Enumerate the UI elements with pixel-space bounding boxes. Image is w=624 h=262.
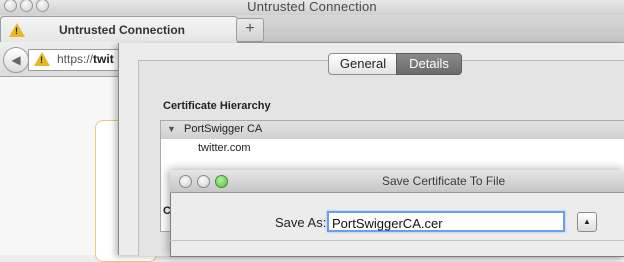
save-as-label: Save As: xyxy=(275,215,327,230)
dialog-title: Save Certificate To File xyxy=(382,174,506,188)
window-title: Untrusted Connection xyxy=(247,0,377,14)
back-arrow-icon: ◀ xyxy=(11,53,21,67)
dialog-minimize-button[interactable] xyxy=(197,175,210,188)
disclosure-triangle-icon[interactable]: ▼ xyxy=(167,124,176,134)
warning-icon: ! xyxy=(9,23,25,37)
dialog-close-button[interactable] xyxy=(179,175,192,188)
tree-item-root[interactable]: PortSwigger CA xyxy=(184,123,262,135)
tab-label: Untrusted Connection xyxy=(59,23,185,37)
filename-input[interactable]: PortSwiggerCA.cer xyxy=(327,211,565,232)
tab-untrusted-connection[interactable]: ! Untrusted Connection xyxy=(0,16,238,43)
security-warning-icon[interactable]: ! xyxy=(34,52,50,66)
certificate-hierarchy-heading: Certificate Hierarchy xyxy=(163,100,271,112)
dialog-divider xyxy=(170,240,624,241)
new-tab-button[interactable]: + xyxy=(236,18,264,42)
disclosure-up-icon: ▲ xyxy=(583,217,591,226)
tab-details[interactable]: Details xyxy=(396,53,462,75)
tree-item-leaf[interactable]: twitter.com xyxy=(198,142,251,154)
back-button[interactable]: ◀ xyxy=(3,47,29,73)
expand-dialog-button[interactable]: ▲ xyxy=(577,212,597,232)
url-scheme: https:// xyxy=(57,52,94,66)
dialog-zoom-button[interactable] xyxy=(215,175,228,188)
tab-general[interactable]: General xyxy=(328,53,398,75)
url-host: twit xyxy=(93,52,114,66)
